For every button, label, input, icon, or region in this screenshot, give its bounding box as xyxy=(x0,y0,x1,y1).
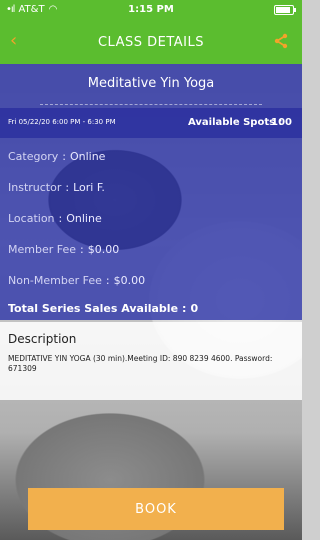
class-datetime: Fri 05/22/20 6:00 PM - 6:30 PM xyxy=(8,118,116,126)
status-bar: •ıl AT&T ◠ 1:15 PM xyxy=(0,0,302,20)
detail-label: Category xyxy=(8,150,59,163)
available-spots-value: 100 xyxy=(271,117,292,128)
detail-value: $0.00 xyxy=(113,274,146,287)
chevron-left-icon: ‹ xyxy=(10,30,18,51)
share-button[interactable] xyxy=(272,32,290,50)
detail-member-fee: Member Fee: $0.00 xyxy=(8,243,120,256)
detail-category: Category: Online xyxy=(8,150,106,163)
divider xyxy=(40,104,262,106)
nav-bar: ‹ CLASS DETAILS xyxy=(0,20,302,64)
detail-label: Member Fee xyxy=(8,243,77,256)
available-spots-label: Available Spots : xyxy=(188,117,283,128)
total-series-sales: Total Series Sales Available:0 xyxy=(8,302,199,315)
class-name: Meditative Yin Yoga xyxy=(87,76,215,91)
back-button[interactable]: ‹ xyxy=(10,30,26,51)
total-value: 0 xyxy=(190,302,199,315)
detail-non-member-fee: Non-Member Fee: $0.00 xyxy=(8,274,146,287)
share-icon xyxy=(274,33,288,49)
total-label: Total Series Sales Available xyxy=(8,302,179,315)
description-box: Description MEDITATIVE YIN YOGA (30 min)… xyxy=(0,322,302,400)
description-body: MEDITATIVE YIN YOGA (30 min).Meeting ID:… xyxy=(8,354,273,373)
detail-label: Instructor xyxy=(8,181,62,194)
book-button[interactable]: BOOK xyxy=(28,488,284,530)
detail-value: Online xyxy=(69,150,106,163)
detail-label: Location xyxy=(8,212,55,225)
page-title: CLASS DETAILS xyxy=(97,34,205,50)
detail-value: Online xyxy=(66,212,102,225)
class-datetime-row: Fri 05/22/20 6:00 PM - 6:30 PM Available… xyxy=(0,108,302,138)
status-time: 1:15 PM xyxy=(128,4,174,15)
battery-icon xyxy=(274,5,296,15)
description-title: Description xyxy=(8,332,77,346)
class-info-panel: Meditative Yin Yoga Fri 05/22/20 6:00 PM… xyxy=(0,64,302,320)
detail-value: $0.00 xyxy=(87,243,120,256)
detail-label: Non-Member Fee xyxy=(8,274,102,287)
detail-instructor: Instructor: Lori F. xyxy=(8,181,105,194)
detail-value: Lori F. xyxy=(73,181,105,194)
detail-location: Location: Online xyxy=(8,212,102,225)
